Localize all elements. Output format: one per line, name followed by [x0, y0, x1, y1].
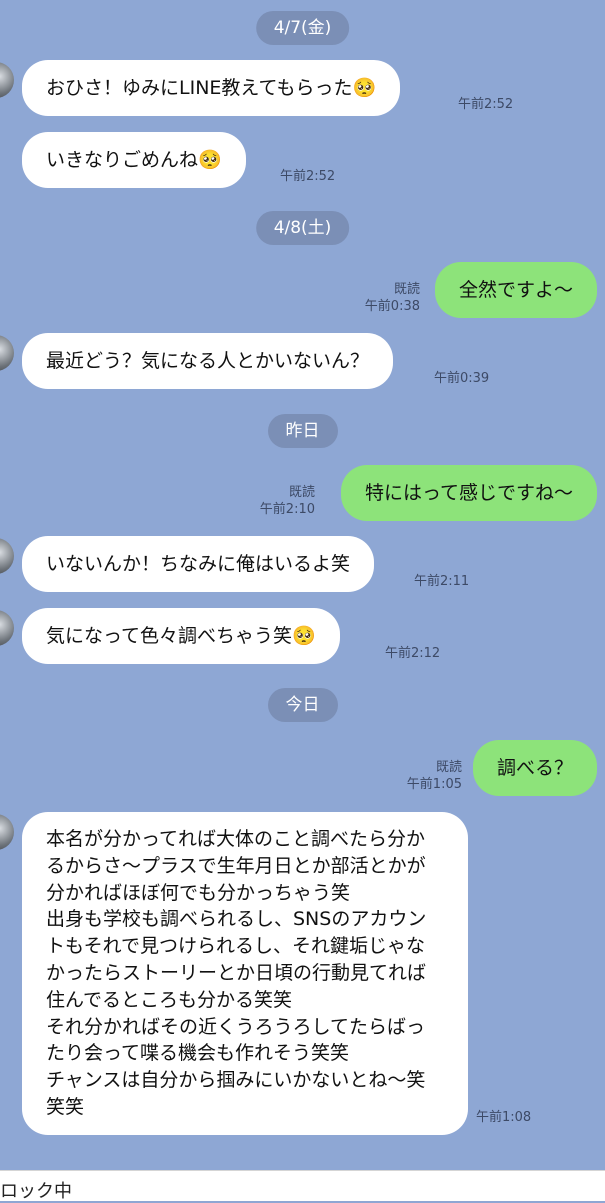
date-separator: 今日 [267, 688, 338, 722]
message-bubble[interactable]: いきなりごめんね🥺 [22, 132, 246, 188]
read-receipt: 既読 [393, 282, 420, 297]
lock-status-text: ロック中 [0, 1181, 72, 1202]
message-time: 午前1:05 [406, 777, 462, 792]
message-time: 午前2:52 [458, 97, 514, 112]
date-separator: 4/8(土) [255, 211, 350, 245]
message-time: 午前2:12 [385, 646, 441, 661]
chat-area[interactable]: 4/7(金) おひさ！ゆみにLINE教えてもらった🥺 午前2:52 いきなりごめ… [0, 0, 605, 1170]
read-receipt: 既読 [288, 485, 315, 500]
date-separator: 4/7(金) [255, 11, 350, 45]
message-time: 午前2:10 [259, 502, 315, 517]
message-bubble[interactable]: 気になって色々調べちゃう笑🥺 [22, 608, 340, 664]
message-time: 午前2:11 [414, 574, 470, 589]
message-time: 午前2:52 [280, 169, 336, 184]
avatar[interactable] [0, 610, 14, 646]
message-time: 午前0:38 [364, 299, 420, 314]
message-bubble[interactable]: いないんか！ちなみに俺はいるよ笑 [22, 536, 375, 592]
bottom-bar: ロック中 [0, 1170, 605, 1202]
message-bubble-outgoing[interactable]: 調べる？ [472, 740, 597, 796]
read-receipt: 既読 [435, 760, 462, 775]
date-separator: 昨日 [267, 414, 338, 448]
avatar[interactable] [0, 814, 14, 850]
avatar[interactable] [0, 62, 14, 98]
message-bubble[interactable]: 最近どう？気になる人とかいないん？ [22, 333, 394, 389]
message-time: 午前0:39 [434, 371, 490, 386]
message-bubble-long[interactable]: 本名が分かってれば大体のこと調べたら分かるからさ〜プラスで生年月日とか部活とかが… [22, 812, 468, 1135]
message-bubble-outgoing[interactable]: 全然ですよ〜 [434, 262, 597, 318]
avatar[interactable] [0, 335, 14, 371]
message-bubble-outgoing[interactable]: 特にはって感じですね〜 [340, 465, 597, 521]
message-time: 午前1:08 [476, 1110, 532, 1125]
avatar[interactable] [0, 538, 14, 574]
message-bubble[interactable]: おひさ！ゆみにLINE教えてもらった🥺 [22, 60, 401, 116]
